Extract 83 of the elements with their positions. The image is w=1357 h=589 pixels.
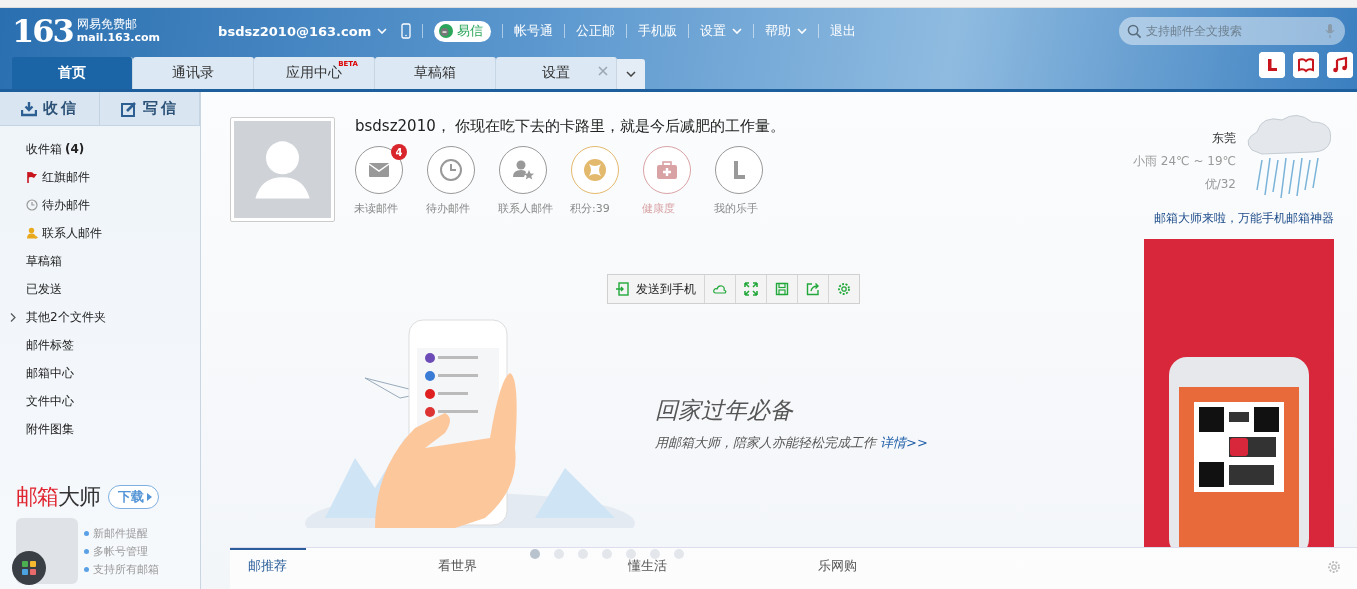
folder-link[interactable]: 联系人邮件 (42, 224, 102, 242)
carousel-dot[interactable] (674, 549, 684, 559)
carousel-dot[interactable] (626, 549, 636, 559)
carousel-dot[interactable] (650, 549, 660, 559)
carousel-dot[interactable] (530, 549, 540, 559)
book-icon[interactable] (1293, 51, 1319, 78)
brand-logo-text: 邮箱大师 (16, 483, 100, 511)
shortcut-button[interactable]: 4 未读邮件 (355, 146, 427, 216)
count-badge: 4 (391, 144, 407, 160)
caret-icon[interactable] (377, 28, 388, 34)
folder-link[interactable]: 待办邮件 (42, 196, 90, 214)
music-note-icon[interactable] (1327, 51, 1353, 78)
bullet-icon (84, 549, 89, 554)
folder-link[interactable]: 文件中心 (26, 392, 74, 410)
microphone-icon[interactable] (1325, 23, 1335, 39)
expand-icon (744, 282, 758, 296)
details-link[interactable]: 详情>> (880, 434, 928, 450)
folder-link[interactable]: 收件箱 (4) (26, 140, 85, 158)
search-icon[interactable] (1127, 24, 1142, 39)
tab-menu-button[interactable] (617, 59, 645, 89)
feature-text: 支持所有邮箱 (93, 562, 159, 577)
download-icon (20, 100, 37, 117)
edit-icon (120, 100, 137, 117)
cloud-icon (713, 282, 727, 296)
banner-title: 回家过年必备 (655, 395, 795, 425)
news-tab[interactable]: 乐网购 (800, 548, 990, 582)
ad-banner-placeholder[interactable] (1144, 239, 1334, 547)
greeting-text: bsdsz2010， 你现在吃下去的卡路里，就是今后减肥的工作量。 (355, 117, 787, 136)
bullet-icon (84, 567, 89, 572)
carousel-dot[interactable] (554, 549, 564, 559)
close-icon[interactable] (598, 66, 608, 76)
shortcut-button[interactable]: 我的乐手 (715, 146, 787, 216)
carousel-dot[interactable] (578, 549, 588, 559)
nav-tab[interactable]: 设置 (496, 57, 617, 89)
feature-text: 新邮件提醒 (93, 526, 148, 541)
chat-bubble-icon (438, 23, 455, 39)
folder-link[interactable]: 草稿箱 (26, 252, 62, 270)
chevron-icon[interactable] (10, 313, 16, 322)
folder-link[interactable]: 已发送 (26, 280, 62, 298)
person-icon (26, 227, 38, 239)
apps-button[interactable] (12, 551, 46, 585)
folder-link[interactable]: 邮件标签 (26, 336, 74, 354)
logo-name: 网易免费邮 (76, 17, 138, 31)
logo-number[interactable]: 163 (12, 12, 73, 50)
folder-link[interactable]: 红旗邮件 (42, 168, 90, 186)
folder-link[interactable]: 邮箱中心 (26, 364, 74, 382)
weather-city: 东莞 (1212, 130, 1236, 147)
account-name[interactable]: bsdsz2010@163.com (218, 23, 372, 39)
logo-domain: mail.163.com (76, 31, 161, 45)
settings-icon (837, 282, 851, 296)
nav-tab[interactable]: 草稿箱 (375, 57, 496, 89)
nav-tab[interactable]: 首页 (12, 57, 133, 89)
caret-icon[interactable] (797, 28, 808, 34)
letter-l-icon[interactable] (1259, 51, 1285, 78)
shortcut-button[interactable]: 待办邮件 (427, 146, 499, 216)
settings-icon[interactable] (1327, 560, 1341, 574)
clock-icon (26, 199, 38, 211)
folder-link[interactable]: 其他2个文件夹 (26, 308, 106, 326)
news-tab[interactable]: 邮推荐 (230, 548, 306, 582)
shortcut-button[interactable]: 联系人邮件 (499, 146, 571, 216)
air-quality: 优/32 (1204, 176, 1236, 193)
avatar[interactable] (230, 117, 335, 222)
folder-link[interactable]: 附件图集 (26, 420, 74, 438)
receive-button[interactable]: 收信 (0, 92, 100, 125)
shortcut-button[interactable]: 积分:39 (571, 146, 643, 216)
share-icon (806, 282, 820, 296)
compose-button[interactable]: 写信 (100, 92, 200, 125)
promo-link[interactable]: 邮箱大师来啦，万能手机邮箱神器 (1154, 210, 1334, 227)
phone-icon[interactable] (401, 23, 412, 39)
save-icon (775, 282, 789, 296)
weather-condition: 小雨 24℃ ~ 19℃ (1133, 153, 1236, 170)
person-silhouette-icon (234, 121, 331, 218)
bullet-icon (84, 531, 89, 536)
caret-icon (626, 71, 636, 77)
caret-icon[interactable] (732, 28, 743, 34)
feature-text: 多帐号管理 (93, 544, 148, 559)
news-tab[interactable]: 看世界 (420, 548, 610, 582)
triangle-icon (147, 493, 152, 501)
carousel-dot[interactable] (602, 549, 612, 559)
flag-icon (26, 171, 38, 183)
nav-tab[interactable]: 通讯录 (133, 57, 254, 89)
banner-subtitle: 用邮箱大师，陪家人亦能轻松完成工作 详情>> (655, 433, 928, 452)
news-tab[interactable]: 懂生活 (610, 548, 800, 582)
